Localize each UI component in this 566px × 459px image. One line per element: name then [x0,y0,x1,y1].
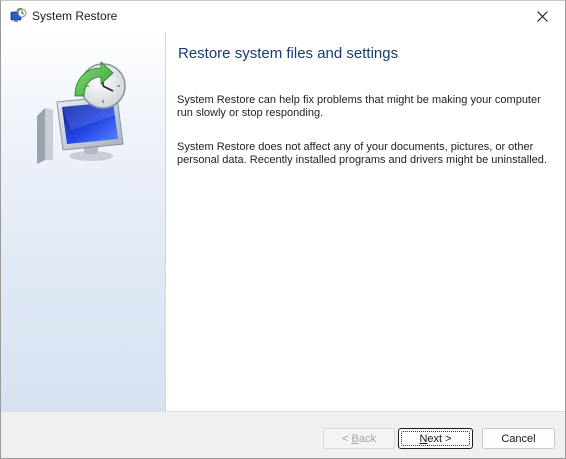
close-icon [536,11,548,22]
title-bar[interactable]: System Restore [1,1,565,32]
cancel-button-label: Cancel [501,432,536,445]
wizard-sidebar [1,32,166,411]
system-restore-window: System Restore Restore system files and … [0,0,566,459]
wizard-footer: < Back Next > Cancel [1,411,565,458]
next-button[interactable]: Next > [398,428,473,449]
system-restore-icon [10,8,27,22]
description-paragraph-1: System Restore can help fix problems tha… [177,94,541,119]
window-title: System Restore [32,9,118,23]
page-title: Restore system files and settings [178,45,399,62]
wizard-content: Restore system files and settings System… [166,32,565,411]
back-button-label: ack [358,432,376,445]
back-button-mnemonic: B [351,432,359,445]
back-button-prefix: < [342,432,352,445]
cancel-button[interactable]: Cancel [482,428,555,449]
back-button[interactable]: < Back [323,428,395,449]
next-button-focus-ring [401,431,470,446]
description-paragraph-2: System Restore does not affect any of yo… [177,141,547,166]
close-button[interactable] [519,1,565,32]
system-restore-monitor-clock-illustration [37,61,126,164]
